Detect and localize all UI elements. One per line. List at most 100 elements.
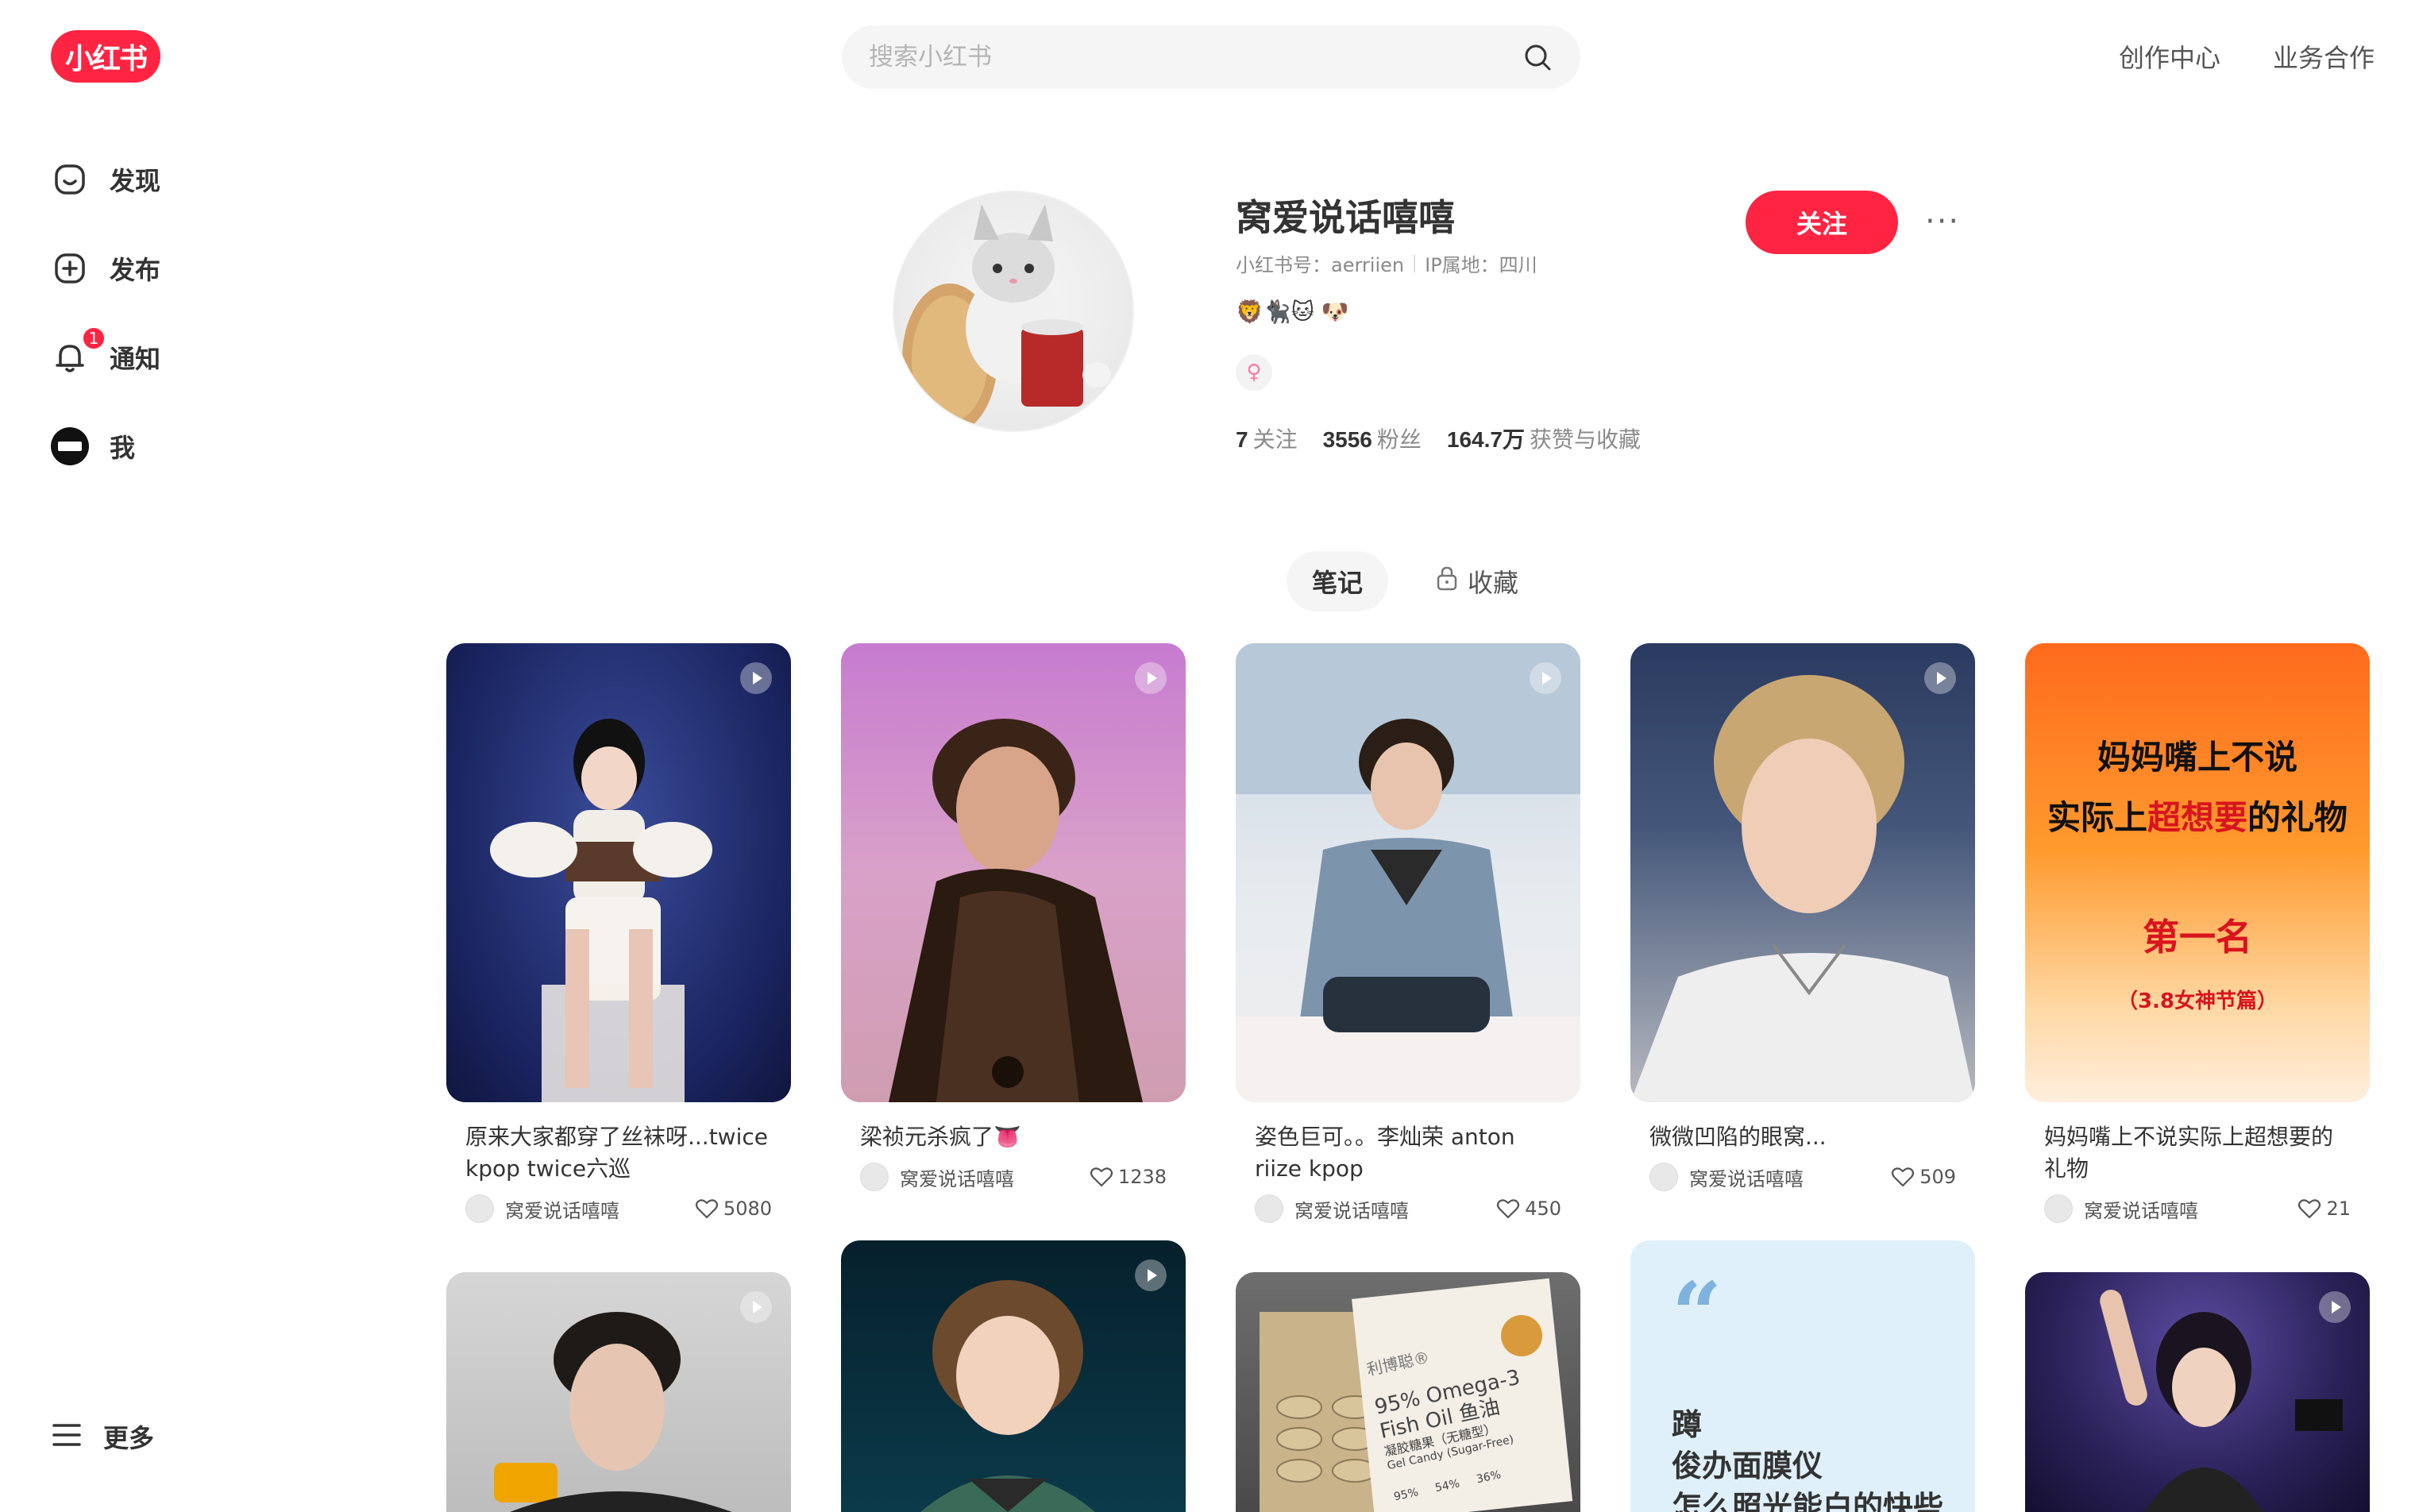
note-card[interactable] [446,1272,791,1512]
note-title[interactable]: 原来大家都穿了丝袜呀...twice kpop twice六巡 [446,1102,791,1185]
creator-center-link[interactable]: 创作中心 [2119,38,2220,75]
like-button[interactable]: 5080 [695,1198,772,1220]
note-meta: 窝爱说话嘻嘻 5080 [446,1185,791,1225]
like-count: 5080 [723,1198,772,1220]
more-options-icon[interactable]: ··· [1925,203,1960,240]
note-cover[interactable] [446,1272,791,1512]
id-separator [1414,254,1416,272]
following-stat[interactable]: 7 关注 [1236,422,1298,454]
profile-stats: 7 关注 3556 粉丝 164.7万 获赞与收藏 [1236,422,1641,454]
profile-ids: 小红书号：aerriien IP属地：四川 [1236,249,1537,277]
like-button[interactable]: 1238 [1090,1166,1167,1188]
author-avatar[interactable] [1255,1194,1283,1223]
cover-image [2100,1290,2343,1512]
note-card[interactable]: “ 蹲 俊办面膜仪 怎么照光能白的快些 [1630,1240,1975,1512]
author-avatar[interactable] [2044,1194,2073,1223]
followers-stat[interactable]: 3556 粉丝 [1323,422,1422,454]
plus-square-icon [51,249,89,287]
cover-image [490,719,712,1102]
like-button[interactable]: 21 [2297,1198,2351,1220]
likes-collects-stat[interactable]: 164.7万 获赞与收藏 [1447,422,1641,454]
cover-image [889,719,1143,1102]
note-cover[interactable]: 利博聪® 95% Omega-3 Fish Oil 鱼油 凝胶糖果（无糖型） G… [1236,1272,1580,1512]
profile-avatar[interactable] [893,191,1134,432]
sidebar-item-label: 通知 [110,344,161,374]
business-link[interactable]: 业务合作 [2273,38,2375,75]
heart-icon [695,1199,719,1219]
video-play-icon [1135,1259,1167,1291]
quote-text: 蹲 俊办面膜仪 怎么照光能白的快些 [1672,1407,1944,1512]
note-card[interactable]: 姿色巨可。。李灿荣 anton riize kpop 窝爱说话嘻嘻 450 [1236,643,1580,1225]
like-count: 450 [1525,1198,1561,1220]
video-play-icon [740,662,772,694]
heart-icon [1497,1199,1520,1219]
sidebar-item-label: 我 [110,433,136,463]
sidebar-item-me[interactable]: 我 [51,422,160,470]
cover-image [494,1312,732,1512]
note-cover[interactable]: “ 蹲 俊办面膜仪 怎么照光能白的快些 [1630,1240,1975,1512]
note-card[interactable] [2025,1272,2370,1512]
note-title[interactable]: 微微凹陷的眼窝... [1630,1102,1975,1153]
like-button[interactable]: 509 [1891,1166,1956,1188]
search-bar[interactable] [842,25,1580,89]
note-cover[interactable]: 妈妈嘴上不说 实际上超想要的礼物 第一名 （3.8女神节篇） [2025,643,2370,1102]
note-card[interactable]: 原来大家都穿了丝袜呀...twice kpop twice六巡 窝爱说话嘻嘻 5… [446,643,791,1225]
follow-button[interactable]: 关注 [1746,191,1898,254]
note-author[interactable]: 窝爱说话嘻嘻 [1689,1163,1891,1191]
female-icon: ♀ [1236,354,1272,391]
sidebar-item-notifications[interactable]: 1 通知 [51,326,161,381]
author-avatar[interactable] [860,1163,889,1191]
note-cover[interactable] [446,643,791,1102]
note-title[interactable]: 梁祯元杀疯了👅 [841,1102,1186,1153]
like-button[interactable]: 450 [1496,1198,1561,1220]
search-icon[interactable] [1522,41,1553,73]
promo-line-3: 第一名 [2143,916,2252,958]
tab-notes[interactable]: 笔记 [1287,551,1389,611]
cover-image [1630,675,1975,1102]
note-card[interactable]: 梁祯元杀疯了👅 窝爱说话嘻嘻 1238 [841,643,1186,1193]
author-avatar[interactable] [465,1194,494,1223]
note-author[interactable]: 窝爱说话嘻嘻 [505,1195,695,1223]
note-cover[interactable] [841,1240,1186,1512]
sidebar-more[interactable]: 更多 [51,1418,154,1455]
note-meta: 窝爱说话嘻嘻 1238 [841,1153,1186,1193]
red-id: 小红书号：aerriien [1236,254,1405,276]
home-icon [51,160,89,199]
note-cover[interactable] [1630,643,1975,1102]
tab-collections[interactable]: 收藏 [1410,551,1544,611]
cat-avatar-image [902,204,1111,430]
note-author[interactable]: 窝爱说话嘻嘻 [1294,1195,1496,1223]
note-card[interactable] [841,1240,1186,1512]
note-author[interactable]: 窝爱说话嘻嘻 [2084,1195,2297,1223]
note-title[interactable]: 妈妈嘴上不说实际上超想要的礼物 [2025,1102,2370,1185]
note-card[interactable]: 微微凹陷的眼窝... 窝爱说话嘻嘻 509 [1630,643,1975,1193]
author-avatar[interactable] [1649,1163,1678,1191]
note-cover[interactable] [2025,1272,2370,1512]
video-play-icon [1924,662,1956,694]
like-count: 509 [1919,1166,1956,1188]
heart-icon [1892,1167,1915,1187]
video-play-icon [1530,662,1561,694]
quote-icon: “ [1672,1263,1723,1365]
menu-icon [51,1421,83,1452]
note-cover[interactable] [1236,643,1580,1102]
promo-line-2: 实际上超想要的礼物 [2047,798,2348,837]
note-cover[interactable] [841,643,1186,1102]
sidebar-item-publish[interactable]: 发布 [51,245,160,292]
note-card[interactable]: 利博聪® 95% Omega-3 Fish Oil 鱼油 凝胶糖果（无糖型） G… [1236,1272,1580,1512]
sidebar-item-discover[interactable]: 发现 [51,156,160,203]
heart-icon [2298,1199,2321,1219]
sidebar-item-label: 发布 [110,255,161,285]
sidebar: 发现 发布 1 通知 我 [51,156,160,511]
note-author[interactable]: 窝爱说话嘻嘻 [900,1163,1090,1191]
video-play-icon [740,1291,772,1323]
search-input[interactable] [869,43,1522,71]
note-card[interactable]: 妈妈嘴上不说 实际上超想要的礼物 第一名 （3.8女神节篇） 妈妈嘴上不说实际上… [2025,643,2370,1225]
sidebar-item-label: 发现 [110,166,161,196]
like-count: 1238 [1117,1166,1167,1188]
profile-bio: 🦁🐈‍⬛🐱 🐶 [1236,299,1349,325]
promo-line-4: （3.8女神节篇） [2116,989,2278,1013]
note-title[interactable]: 姿色巨可。。李灿荣 anton riize kpop [1236,1102,1580,1185]
profile-nickname: 窝爱说话嘻嘻 [1236,196,1455,239]
xiaohongshu-logo[interactable]: 小红书 [51,30,160,83]
